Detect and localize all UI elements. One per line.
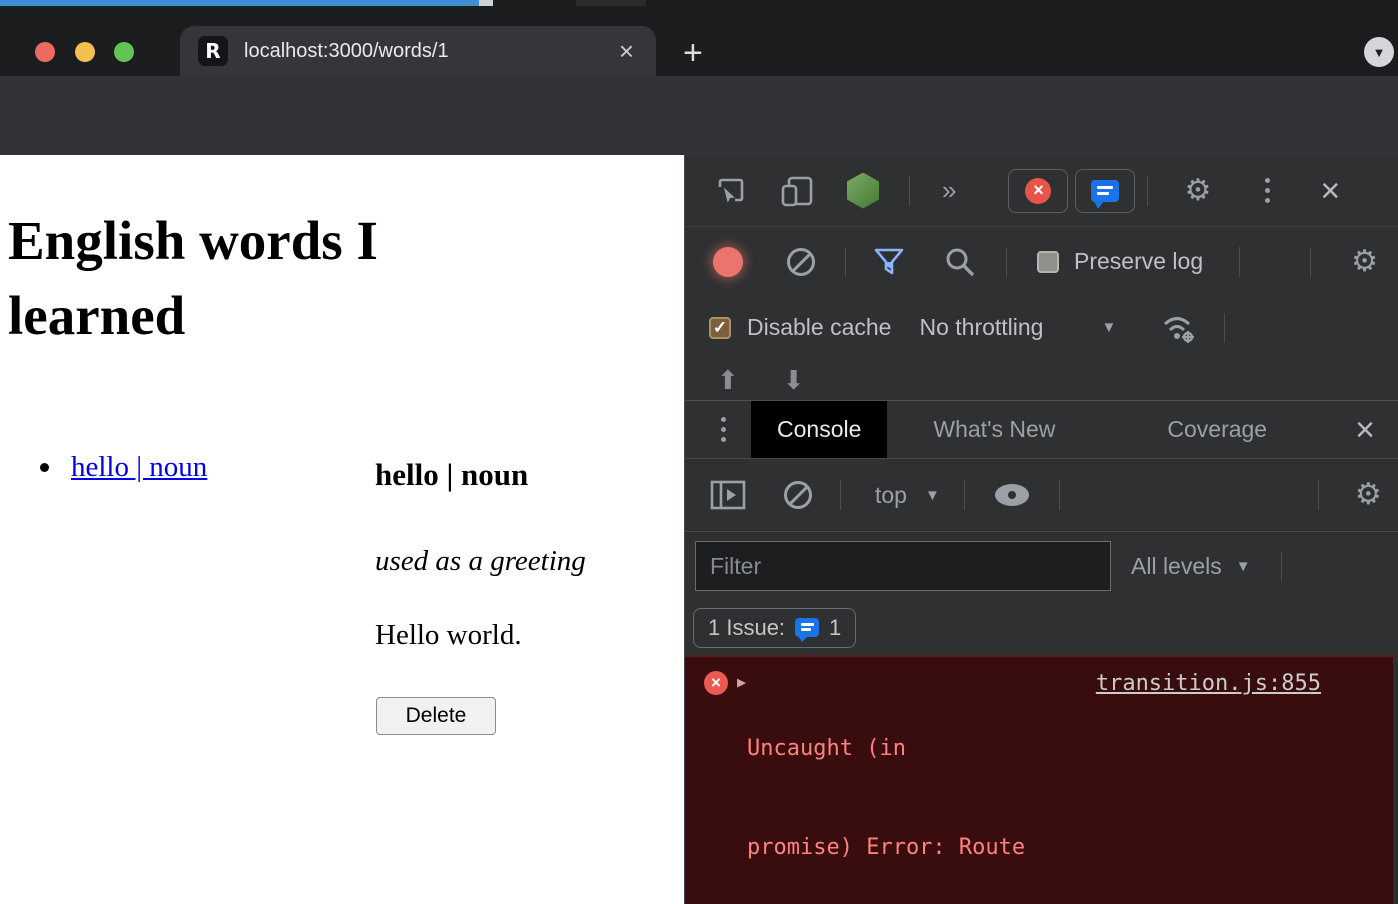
tab-search-button[interactable]: ▼ xyxy=(1364,37,1394,67)
context-dropdown-icon[interactable]: ▼ xyxy=(925,487,940,504)
drawer-tab-bar: Console What's New Coverage × xyxy=(685,400,1398,458)
devtools-menu-icon[interactable] xyxy=(1265,178,1270,203)
new-tab-button[interactable]: + xyxy=(683,39,703,67)
network-toolbar: Preserve log ⚙ xyxy=(685,228,1398,295)
device-toolbar-icon[interactable] xyxy=(779,173,815,209)
delete-button[interactable]: Delete xyxy=(376,697,496,735)
issues-label: 1 Issue: xyxy=(708,615,785,641)
live-expression-eye-icon[interactable] xyxy=(995,484,1029,506)
error-indicator-button[interactable]: × xyxy=(1008,169,1068,213)
drawer-menu-icon[interactable] xyxy=(721,417,726,442)
console-filter-bar: All levels ▼ xyxy=(685,532,1398,600)
devtools-panel: » × ⚙ × xyxy=(684,155,1398,904)
network-conditions-bar: ✓ Disable cache No throttling ▼ xyxy=(685,295,1398,360)
tab-title: localhost:3000/words/1 xyxy=(244,40,615,63)
import-har-icon[interactable]: ⬆ xyxy=(717,365,739,396)
rendered-page: English words I learned hello | noun hel… xyxy=(0,155,684,904)
har-controls: ⬆ ⬇ xyxy=(685,360,1398,400)
inspect-element-icon[interactable] xyxy=(714,174,748,208)
network-conditions-wifi-icon[interactable] xyxy=(1160,311,1198,345)
search-icon[interactable] xyxy=(944,246,976,278)
levels-dropdown-icon[interactable]: ▼ xyxy=(1236,558,1251,575)
filter-icon[interactable] xyxy=(872,246,906,278)
browser-tab[interactable]: R localhost:3000/words/1 × xyxy=(180,26,656,76)
preserve-log-checkbox[interactable] xyxy=(1037,251,1059,273)
preserve-log-label: Preserve log xyxy=(1074,248,1203,275)
word-usage-example: Hello world. xyxy=(375,619,522,652)
throttling-select[interactable]: No throttling xyxy=(919,314,1043,341)
tab-close-icon[interactable]: × xyxy=(615,38,638,64)
more-panels-icon[interactable]: » xyxy=(942,175,954,206)
console-settings-gear-icon[interactable]: ⚙ xyxy=(1355,480,1382,510)
error-text: Uncaught (in promise) Error: Route "rout… xyxy=(747,666,1347,904)
issues-counter-button[interactable]: 1 Issue: 1 xyxy=(693,608,856,648)
console-scrollbar[interactable] xyxy=(1393,657,1398,904)
issues-chat-icon xyxy=(1091,180,1119,202)
network-settings-gear-icon[interactable]: ⚙ xyxy=(1351,247,1378,277)
close-window-button[interactable] xyxy=(35,42,55,62)
console-filter-input[interactable] xyxy=(695,541,1111,591)
console-sidebar-toggle-icon[interactable] xyxy=(710,480,746,510)
word-definition: used as a greeting xyxy=(375,545,586,578)
disable-cache-checkbox[interactable]: ✓ xyxy=(709,317,731,339)
browser-toolbar: ← → ↻ ⓘ localhost:3000/words/1 ☆ xyxy=(0,76,1398,155)
log-levels-select[interactable]: All levels xyxy=(1131,553,1222,580)
console-toolbar: top ▼ ⚙ xyxy=(685,458,1398,532)
minimize-window-button[interactable] xyxy=(75,42,95,62)
clear-console-icon[interactable] xyxy=(784,481,812,509)
maximize-window-button[interactable] xyxy=(114,42,134,62)
devtools-close-icon[interactable]: × xyxy=(1320,176,1340,206)
node-js-icon[interactable] xyxy=(847,173,879,209)
tab-coverage[interactable]: Coverage xyxy=(1141,401,1293,459)
issues-bar: 1 Issue: 1 xyxy=(685,600,1398,655)
word-link[interactable]: hello | noun xyxy=(71,451,207,484)
console-context-select[interactable]: top xyxy=(875,482,907,509)
error-source-link[interactable]: transition.js:855 xyxy=(1096,671,1321,696)
tab-console[interactable]: Console xyxy=(751,401,887,459)
word-detail-title: hello | noun xyxy=(375,457,528,493)
page-title: English words I learned xyxy=(8,203,528,353)
browser-window: R localhost:3000/words/1 × + ▼ ← → ↻ ⓘ l… xyxy=(0,0,1398,904)
tab-whats-new[interactable]: What's New xyxy=(907,401,1081,459)
chevron-down-icon: ▼ xyxy=(1373,45,1386,60)
clear-network-log-icon[interactable] xyxy=(787,248,815,276)
issues-indicator-button[interactable] xyxy=(1075,169,1135,213)
console-error-message[interactable]: × ▶ Uncaught (in promise) Error: Route "… xyxy=(685,655,1398,904)
remix-favicon-icon: R xyxy=(198,36,228,66)
error-count-icon: × xyxy=(1025,178,1051,204)
record-network-log-button[interactable] xyxy=(713,247,743,277)
list-item: hello | noun xyxy=(40,451,207,484)
expand-triangle-icon[interactable]: ▶ xyxy=(737,673,746,691)
error-badge-icon: × xyxy=(704,671,728,695)
issues-count: 1 xyxy=(829,615,841,641)
devtools-main-toolbar: » × ⚙ × xyxy=(685,155,1398,227)
disable-cache-label: Disable cache xyxy=(747,314,891,341)
list-bullet xyxy=(40,463,49,472)
tab-strip: R localhost:3000/words/1 × + ▼ xyxy=(0,6,1398,76)
issues-chat-icon xyxy=(795,618,819,637)
export-har-icon[interactable]: ⬇ xyxy=(783,365,805,396)
drawer-close-icon[interactable]: × xyxy=(1355,415,1375,445)
settings-gear-icon[interactable]: ⚙ xyxy=(1184,176,1211,206)
throttling-dropdown-icon[interactable]: ▼ xyxy=(1101,319,1116,336)
